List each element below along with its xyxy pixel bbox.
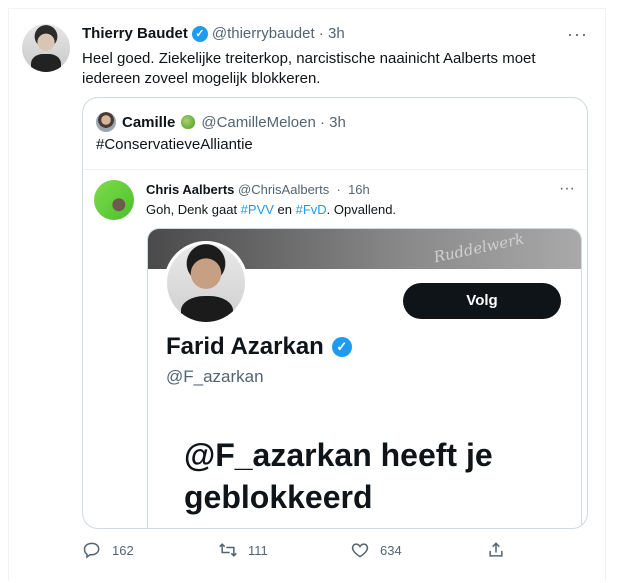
profile-name: Farid Azarkan [166, 333, 324, 360]
tweet-text: Heel goed. Ziekelijke treiterkop, narcis… [82, 50, 536, 87]
follow-button: Volg [403, 283, 561, 319]
dot-separator: · [332, 182, 345, 197]
verified-badge-icon: ✓ [331, 337, 352, 357]
quoted-author-avatar [96, 112, 116, 132]
inner-text-after: . Opvallend. [326, 202, 397, 217]
profile-avatar [164, 241, 248, 325]
divider [83, 169, 587, 170]
verified-badge-icon: ✓ [191, 25, 208, 42]
inner-author-name: Chris Aalberts [146, 182, 235, 197]
like-action[interactable]: 634 [350, 540, 402, 560]
inner-text-before: Goh, Denk gaat [146, 202, 241, 217]
more-icon: ··· [559, 180, 575, 197]
dot-separator: · [314, 25, 328, 42]
quoted-author-name: Camille [122, 113, 176, 131]
inner-author-avatar [94, 180, 134, 220]
share-action[interactable] [486, 540, 516, 560]
inner-time: 16h [348, 182, 370, 197]
banner-scribble: Ruddelwerk [432, 229, 526, 267]
inner-author-handle: @ChrisAalberts [238, 182, 330, 197]
retweet-action[interactable]: 111 [218, 540, 268, 560]
tweet-header: Thierry Baudet ✓ @thierrybaudet · 3h [82, 25, 345, 42]
lettuce-emoji-icon [181, 115, 196, 129]
quoted-header: Camille @CamilleMeloen · 3h [96, 112, 346, 132]
reply-count: 162 [112, 542, 134, 558]
author-avatar[interactable] [22, 24, 70, 72]
action-bar: 162 111 634 [82, 540, 522, 562]
profile-handle: @F_azarkan [166, 367, 264, 386]
inner-text: Goh, Denk gaat #PVV en #FvD. Opvallend. [146, 202, 396, 217]
author-handle[interactable]: @thierrybaudet [212, 25, 315, 42]
quoted-time: 3h [329, 113, 346, 131]
quoted-author-handle: @CamilleMeloen [201, 113, 316, 131]
reply-action[interactable]: 162 [82, 540, 134, 560]
quoted-text: #ConservatieveAlliantie [96, 136, 253, 153]
inner-text-middle: en [273, 202, 296, 217]
hashtag-pvv[interactable]: #PVV [241, 202, 274, 217]
hashtag-fvd[interactable]: #FvD [296, 202, 327, 217]
inner-header: Chris Aalberts @ChrisAalberts · 16h [146, 182, 370, 197]
like-icon [351, 543, 369, 558]
share-icon [489, 542, 503, 557]
quoted-tweet[interactable]: Camille @CamilleMeloen · 3h #Conservatie… [82, 97, 588, 529]
retweet-icon [219, 543, 237, 557]
tweet-time[interactable]: 3h [328, 25, 345, 42]
profile-name-row: Farid Azarkan ✓ [166, 333, 356, 361]
profile-screenshot: Ruddelwerk Volg Farid Azarkan ✓ @F_azark… [147, 228, 582, 528]
author-name[interactable]: Thierry Baudet [82, 25, 188, 42]
blocked-message: @F_azarkan heeft je geblokkeerd [184, 437, 493, 515]
more-icon[interactable]: ··· [567, 24, 588, 45]
retweet-count: 111 [248, 542, 268, 558]
dot-separator: · [315, 113, 330, 131]
reply-icon [83, 542, 100, 559]
like-count: 634 [380, 542, 402, 558]
